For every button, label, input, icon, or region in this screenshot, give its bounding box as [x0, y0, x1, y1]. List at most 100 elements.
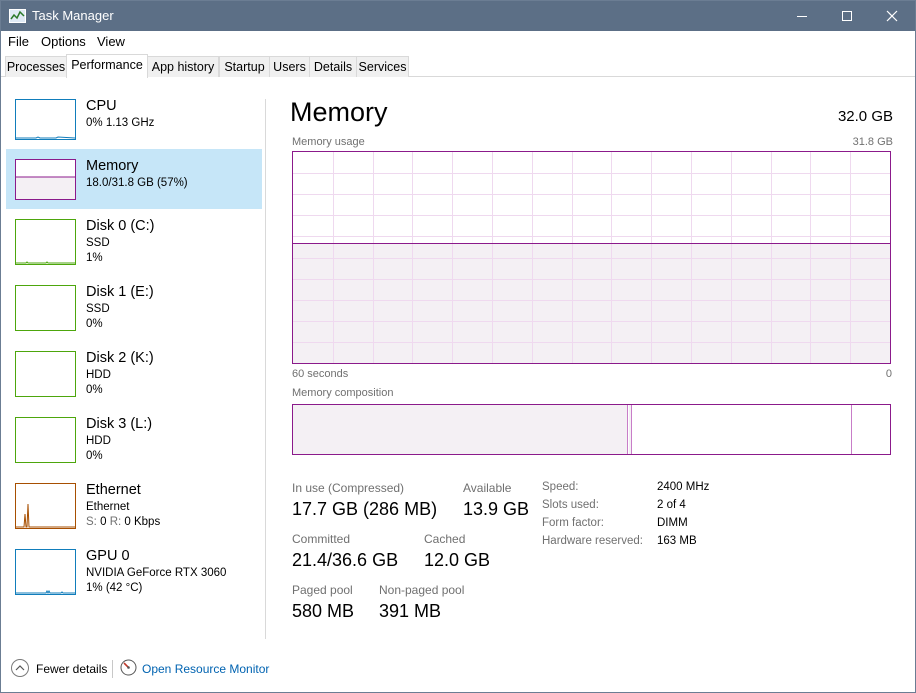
cpu-thumbnail-graph: [15, 99, 76, 140]
memory-usage-area: [293, 243, 890, 363]
sidebar-item-cpu[interactable]: CPU 0% 1.13 GHz: [6, 89, 262, 149]
sidebar-item-detail: 0%: [86, 450, 103, 462]
tab-startup[interactable]: Startup: [219, 56, 270, 77]
hardware-reserved-label: Hardware reserved:: [542, 535, 643, 547]
fewer-details-button[interactable]: Fewer details: [36, 662, 107, 676]
sidebar-item-type: Ethernet: [86, 501, 130, 513]
tab-details[interactable]: Details: [309, 56, 357, 77]
sidebar-item-memory[interactable]: Memory 18.0/31.8 GB (57%): [6, 149, 262, 209]
open-resource-monitor-link[interactable]: Open Resource Monitor: [142, 662, 269, 676]
menu-options[interactable]: Options: [41, 34, 86, 49]
sidebar-item-type: NVIDIA GeForce RTX 3060: [86, 567, 227, 579]
graph-axis-right-label: 0: [885, 368, 892, 380]
composition-modified: [629, 405, 632, 454]
resource-monitor-icon: [120, 659, 137, 676]
tab-users[interactable]: Users: [269, 56, 310, 77]
sidebar-item-disk-3[interactable]: Disk 3 (L:) HDD 0%: [6, 407, 262, 467]
close-icon: [886, 10, 898, 22]
memory-thumbnail-graph: [15, 159, 76, 200]
performance-sidebar: CPU 0% 1.13 GHz Memory 18.0/31.8 GB (57%…: [1, 78, 266, 640]
tab-services[interactable]: Services: [356, 56, 409, 77]
cached-label: Cached: [424, 532, 466, 546]
sidebar-item-title: GPU 0: [86, 548, 130, 564]
tab-app-history[interactable]: App history: [147, 56, 219, 77]
memory-usage-max: 31.8 GB: [852, 136, 893, 148]
sidebar-item-title: Disk 0 (C:): [86, 218, 155, 234]
memory-usage-graph: [292, 151, 891, 364]
sidebar-item-detail: 1% (42 °C): [86, 582, 143, 594]
sidebar-item-disk-1[interactable]: Disk 1 (E:) SSD 0%: [6, 275, 262, 335]
hardware-reserved-value: 163 MB: [657, 535, 697, 547]
receive-value: 0 Kbps: [124, 516, 161, 528]
tab-performance[interactable]: Performance: [66, 54, 148, 78]
tab-bar: Processes Performance App history Startu…: [1, 53, 915, 78]
sidebar-item-ethernet[interactable]: Ethernet Ethernet S: 0 R: 0 Kbps: [6, 473, 262, 533]
paged-pool-value: 580 MB: [292, 601, 355, 621]
maximize-icon: [842, 11, 852, 21]
slots-used-value: 2 of 4: [657, 499, 686, 511]
disk-thumbnail-graph: [15, 351, 76, 397]
sidebar-item-detail: 18.0/31.8 GB (57%): [86, 177, 188, 189]
title-bar[interactable]: Task Manager: [1, 1, 915, 31]
in-use-value: 17.7 GB (286 MB): [292, 499, 438, 519]
task-manager-window: Task Manager File Options View Processes…: [0, 0, 916, 693]
sidebar-item-disk-2[interactable]: Disk 2 (K:) HDD 0%: [6, 341, 262, 401]
sidebar-item-title: Memory: [86, 158, 139, 174]
available-value: 13.9 GB: [463, 499, 530, 519]
sidebar-item-detail: 0%: [86, 384, 103, 396]
form-factor-value: DIMM: [657, 517, 688, 529]
footer: Fewer details Open Resource Monitor: [1, 654, 915, 684]
committed-label: Committed: [292, 532, 351, 546]
memory-composition-label: Memory composition: [292, 387, 394, 399]
sidebar-item-type: HDD: [86, 435, 111, 447]
paged-pool-label: Paged pool: [292, 583, 353, 597]
menu-file[interactable]: File: [8, 34, 29, 49]
sidebar-item-disk-0[interactable]: Disk 0 (C:) SSD 1%: [6, 209, 262, 269]
chevron-up-icon[interactable]: [11, 659, 29, 677]
disk-thumbnail-graph: [15, 219, 76, 265]
disk-thumbnail-graph: [15, 285, 76, 331]
speed-label: Speed:: [542, 481, 579, 493]
composition-in-use: [293, 405, 628, 454]
minimize-icon: [797, 16, 807, 17]
sidebar-item-type: SSD: [86, 303, 110, 315]
close-button[interactable]: [869, 1, 915, 31]
sidebar-item-gpu-0[interactable]: GPU 0 NVIDIA GeForce RTX 3060 1% (42 °C): [6, 539, 262, 599]
form-factor-label: Form factor:: [542, 517, 604, 529]
sidebar-item-detail: 1%: [86, 252, 103, 264]
tab-processes[interactable]: Processes: [5, 56, 67, 77]
menu-view[interactable]: View: [97, 34, 125, 49]
minimize-button[interactable]: [779, 1, 825, 31]
committed-value: 21.4/36.6 GB: [292, 550, 399, 570]
send-value: 0: [100, 516, 107, 528]
maximize-button[interactable]: [824, 1, 870, 31]
cached-value: 12.0 GB: [424, 550, 491, 570]
sidebar-item-title: CPU: [86, 98, 117, 114]
menu-bar: File Options View: [1, 31, 915, 53]
window-title: Task Manager: [32, 8, 114, 23]
non-paged-pool-label: Non-paged pool: [379, 583, 465, 597]
composition-standby: [633, 405, 852, 454]
sidebar-item-detail: S: 0 R: 0 Kbps: [86, 516, 160, 528]
sidebar-item-type: HDD: [86, 369, 111, 381]
sidebar-item-title: Disk 1 (E:): [86, 284, 154, 300]
memory-total: 32.0 GB: [837, 108, 893, 125]
memory-usage-plot: [293, 152, 890, 363]
sidebar-item-detail: 0%: [86, 318, 103, 330]
sidebar-item-title: Ethernet: [86, 482, 141, 498]
disk-thumbnail-graph: [15, 417, 76, 463]
send-label: S:: [86, 516, 97, 528]
ethernet-thumbnail-graph: [15, 483, 76, 529]
available-label: Available: [463, 481, 512, 495]
graph-axis-left-label: 60 seconds: [292, 368, 349, 380]
in-use-label: In use (Compressed): [292, 481, 405, 495]
memory-usage-label: Memory usage: [292, 136, 365, 148]
sidebar-divider: [265, 99, 266, 639]
sidebar-item-title: Disk 2 (K:): [86, 350, 154, 366]
sidebar-item-detail: 0% 1.13 GHz: [86, 117, 155, 129]
task-manager-icon: [9, 9, 26, 23]
page-title: Memory: [290, 97, 388, 127]
receive-label: R:: [109, 516, 122, 528]
memory-composition-bar: [292, 404, 891, 455]
sidebar-item-type: SSD: [86, 237, 110, 249]
